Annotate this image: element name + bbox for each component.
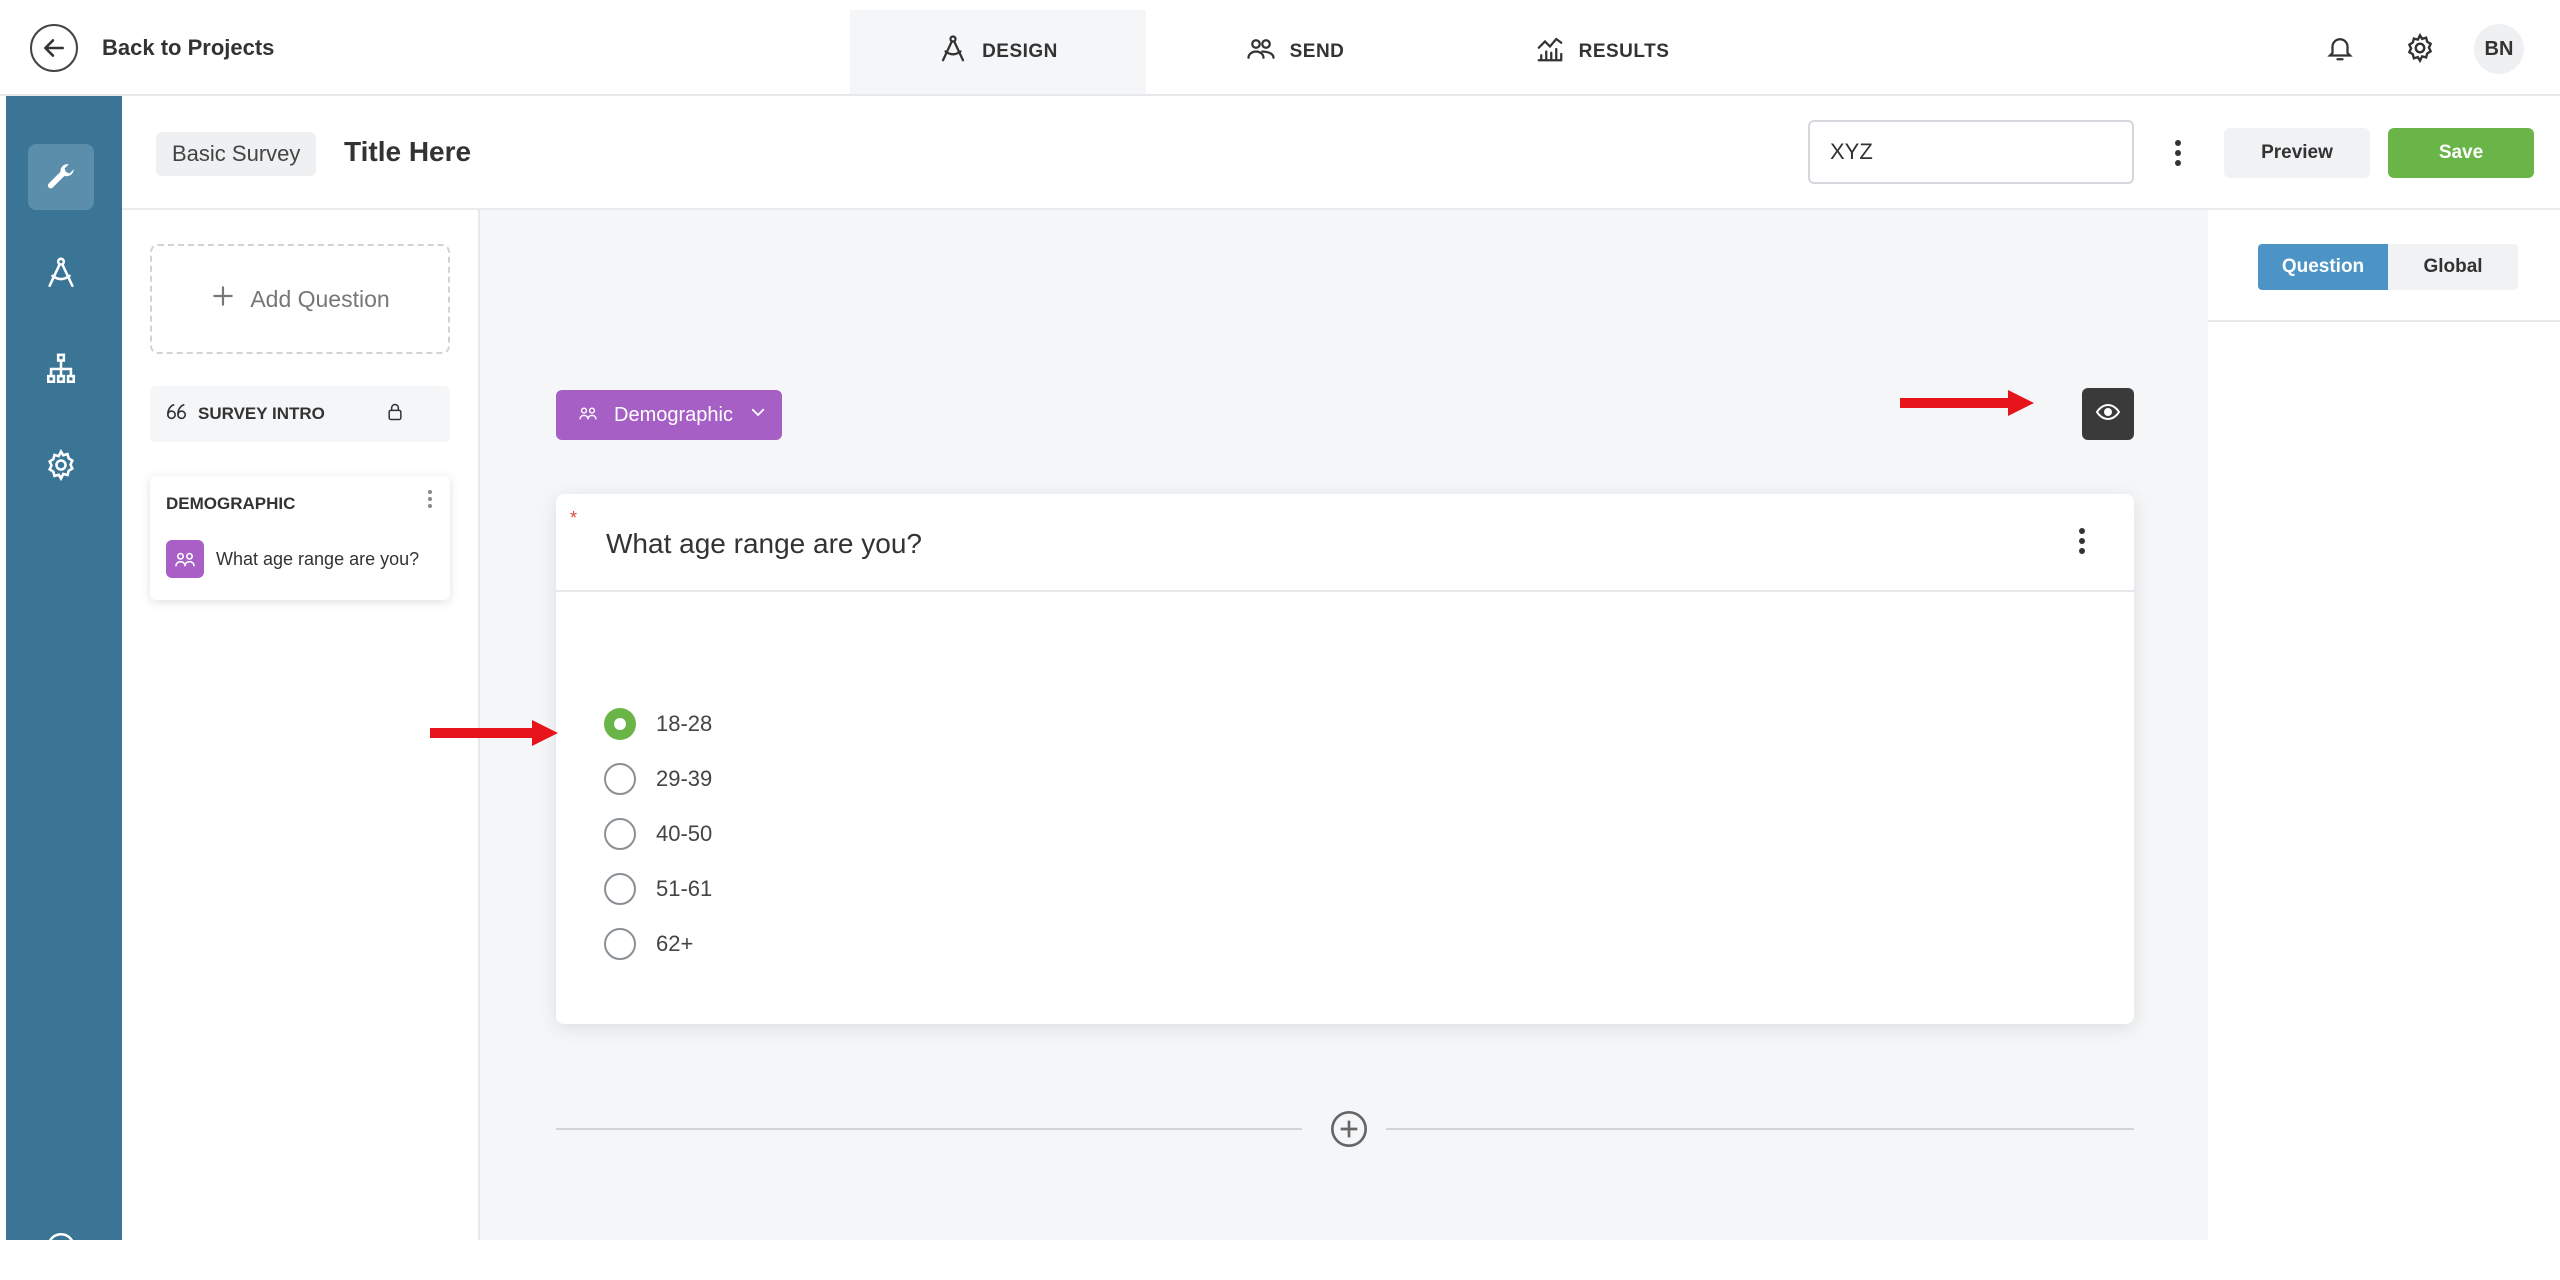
gear-icon[interactable] bbox=[28, 432, 94, 498]
question-block-demographic[interactable]: DEMOGRAPHIC What age range are you? bbox=[150, 476, 450, 600]
quote-icon bbox=[166, 402, 188, 427]
option-51-61[interactable]: 51-61 bbox=[604, 873, 712, 905]
radio-button[interactable] bbox=[604, 818, 636, 850]
survey-title[interactable]: Title Here bbox=[344, 136, 471, 168]
question-card-header: * What age range are you? bbox=[556, 494, 2134, 592]
eye-icon bbox=[2095, 403, 2121, 426]
question-text[interactable]: What age range are you? bbox=[606, 528, 922, 560]
divider bbox=[1386, 1128, 2134, 1130]
option-62-plus[interactable]: 62+ bbox=[604, 928, 693, 960]
design-icon bbox=[938, 34, 968, 70]
option-label: 40-50 bbox=[656, 821, 713, 846]
add-question-label: Add Question bbox=[250, 285, 390, 312]
annotation-arrow bbox=[430, 720, 558, 746]
tab-global[interactable]: Global bbox=[2388, 244, 2518, 290]
lock-icon bbox=[385, 401, 405, 428]
radio-button[interactable] bbox=[604, 708, 636, 740]
survey-intro-item[interactable]: SURVEY INTRO bbox=[150, 386, 450, 442]
option-label: 51-61 bbox=[656, 876, 713, 901]
plus-icon bbox=[210, 283, 236, 315]
back-label: Back to Projects bbox=[102, 35, 275, 60]
option-label: 29-39 bbox=[656, 766, 713, 791]
survey-name-input[interactable] bbox=[1808, 120, 2134, 184]
chevron-down-icon bbox=[749, 403, 767, 427]
divider bbox=[556, 1128, 1302, 1130]
required-marker: * bbox=[570, 508, 578, 528]
radio-button[interactable] bbox=[604, 928, 636, 960]
gear-icon[interactable] bbox=[2398, 26, 2442, 70]
survey-header: Basic Survey Title Here * Preview Save bbox=[122, 96, 2560, 210]
users-icon bbox=[1246, 34, 1276, 70]
block-options-icon[interactable] bbox=[420, 490, 440, 508]
annotation-arrow bbox=[1900, 390, 2034, 416]
demographic-icon bbox=[166, 540, 204, 578]
category-dropdown[interactable]: Demographic bbox=[556, 390, 782, 440]
hierarchy-icon[interactable] bbox=[28, 336, 94, 402]
settings-tabs: Question Global bbox=[2208, 210, 2560, 322]
wrench-icon[interactable] bbox=[28, 144, 94, 210]
question-list-panel: Add Question SURVEY INTRO DEMOGRAPHIC Wh… bbox=[122, 210, 480, 1240]
option-29-39[interactable]: 29-39 bbox=[604, 763, 712, 795]
add-question-button[interactable]: Add Question bbox=[150, 244, 450, 354]
option-18-28[interactable]: 18-28 bbox=[604, 708, 712, 740]
design-icon[interactable] bbox=[28, 240, 94, 306]
more-options-icon[interactable] bbox=[2168, 140, 2188, 166]
tab-results[interactable]: RESULTS bbox=[1512, 10, 1692, 94]
tab-send[interactable]: SEND bbox=[1220, 10, 1370, 94]
option-label: 18-28 bbox=[656, 711, 713, 736]
settings-panel: Question Global bbox=[2208, 210, 2560, 1240]
add-block-button[interactable] bbox=[1328, 1108, 1370, 1150]
plus-circle-icon[interactable] bbox=[28, 1214, 94, 1280]
question-card: * What age range are you? 18-28 29-39 40… bbox=[556, 494, 2134, 1024]
chart-icon bbox=[1535, 34, 1565, 70]
avatar[interactable]: BN bbox=[2474, 24, 2524, 74]
arrow-left-icon bbox=[30, 24, 78, 72]
category-label: Demographic bbox=[614, 403, 733, 426]
option-40-50[interactable]: 40-50 bbox=[604, 818, 712, 850]
save-button[interactable]: Save bbox=[2388, 128, 2534, 178]
tab-question[interactable]: Question bbox=[2258, 244, 2388, 290]
preview-eye-button[interactable] bbox=[2082, 388, 2134, 440]
preview-button[interactable]: Preview bbox=[2224, 128, 2370, 178]
tab-label: SEND bbox=[1289, 41, 1345, 62]
back-to-projects-button[interactable]: Back to Projects bbox=[30, 24, 274, 72]
list-item[interactable]: What age range are you? bbox=[166, 540, 419, 578]
left-rail bbox=[6, 96, 122, 1262]
editor-canvas: Demographic * What age range are you? 18… bbox=[480, 210, 2208, 1240]
tab-label: RESULTS bbox=[1578, 41, 1670, 62]
tab-design[interactable]: DESIGN bbox=[850, 10, 1146, 94]
top-bar: Back to Projects DESIGN SEND RESULTS BN bbox=[0, 0, 2560, 96]
question-options-icon[interactable] bbox=[2072, 528, 2092, 554]
block-title: DEMOGRAPHIC bbox=[166, 494, 296, 513]
radio-button[interactable] bbox=[604, 873, 636, 905]
tab-label: DESIGN bbox=[982, 41, 1058, 62]
bell-icon[interactable] bbox=[2318, 26, 2362, 70]
block-question-text: What age range are you? bbox=[216, 548, 420, 569]
survey-intro-label: SURVEY INTRO bbox=[198, 404, 325, 423]
radio-button[interactable] bbox=[604, 763, 636, 795]
demographic-icon bbox=[578, 404, 598, 427]
option-label: 62+ bbox=[656, 931, 694, 956]
survey-type-chip[interactable]: Basic Survey bbox=[156, 132, 317, 176]
